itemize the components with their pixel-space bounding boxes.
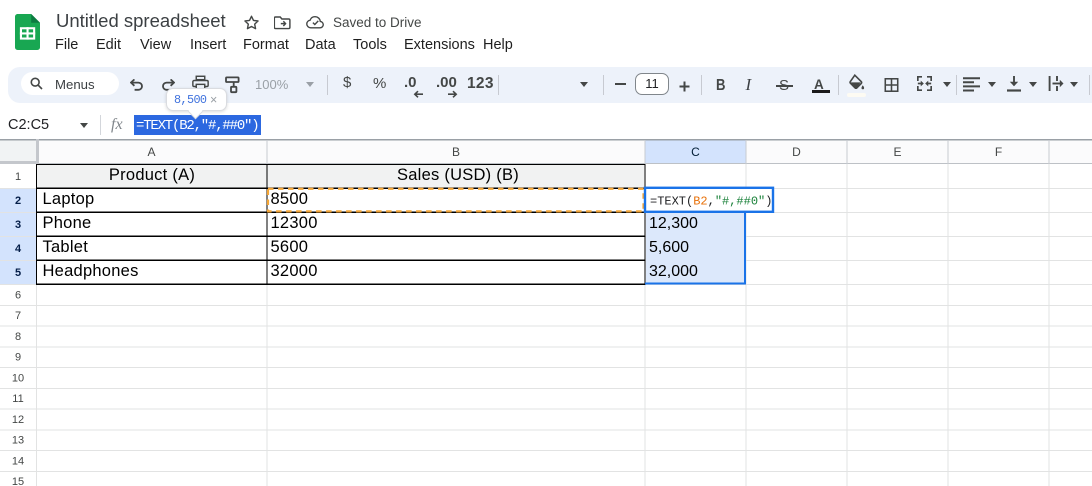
svg-text:12,300: 12,300 <box>649 215 698 232</box>
svg-text:A: A <box>147 145 155 159</box>
svg-text:Headphones: Headphones <box>43 262 139 280</box>
svg-text:9: 9 <box>15 352 21 364</box>
svg-text:6: 6 <box>15 289 21 301</box>
svg-text:=TEXT(B2,"#,##0"): =TEXT(B2,"#,##0") <box>650 195 772 209</box>
svg-text:E: E <box>893 145 901 159</box>
svg-text:Laptop: Laptop <box>43 190 95 208</box>
svg-text:Product (A): Product (A) <box>109 166 195 184</box>
svg-text:3: 3 <box>15 219 21 231</box>
svg-text:12300: 12300 <box>271 214 318 232</box>
svg-text:1: 1 <box>15 171 21 183</box>
svg-text:13: 13 <box>12 435 24 447</box>
svg-text:5600: 5600 <box>271 238 309 256</box>
svg-text:7: 7 <box>15 310 21 322</box>
svg-text:12: 12 <box>12 414 24 426</box>
svg-text:C: C <box>691 145 700 159</box>
svg-text:10: 10 <box>12 372 24 384</box>
svg-text:5: 5 <box>15 267 21 279</box>
svg-text:2: 2 <box>15 195 21 207</box>
svg-text:14: 14 <box>12 455 24 467</box>
svg-text:8500: 8500 <box>271 190 309 208</box>
svg-text:11: 11 <box>12 393 23 405</box>
svg-text:4: 4 <box>15 243 22 255</box>
svg-text:Sales (USD) (B): Sales (USD) (B) <box>397 166 519 184</box>
svg-text:Tablet: Tablet <box>43 238 89 256</box>
svg-text:32000: 32000 <box>271 262 318 280</box>
svg-text:5,600: 5,600 <box>649 239 689 256</box>
svg-text:8: 8 <box>15 331 21 343</box>
svg-text:32,000: 32,000 <box>649 263 698 280</box>
svg-text:F: F <box>995 145 1002 159</box>
svg-text:D: D <box>792 145 801 159</box>
svg-text:15: 15 <box>12 476 24 486</box>
svg-text:Phone: Phone <box>43 214 92 232</box>
svg-text:B: B <box>452 145 460 159</box>
